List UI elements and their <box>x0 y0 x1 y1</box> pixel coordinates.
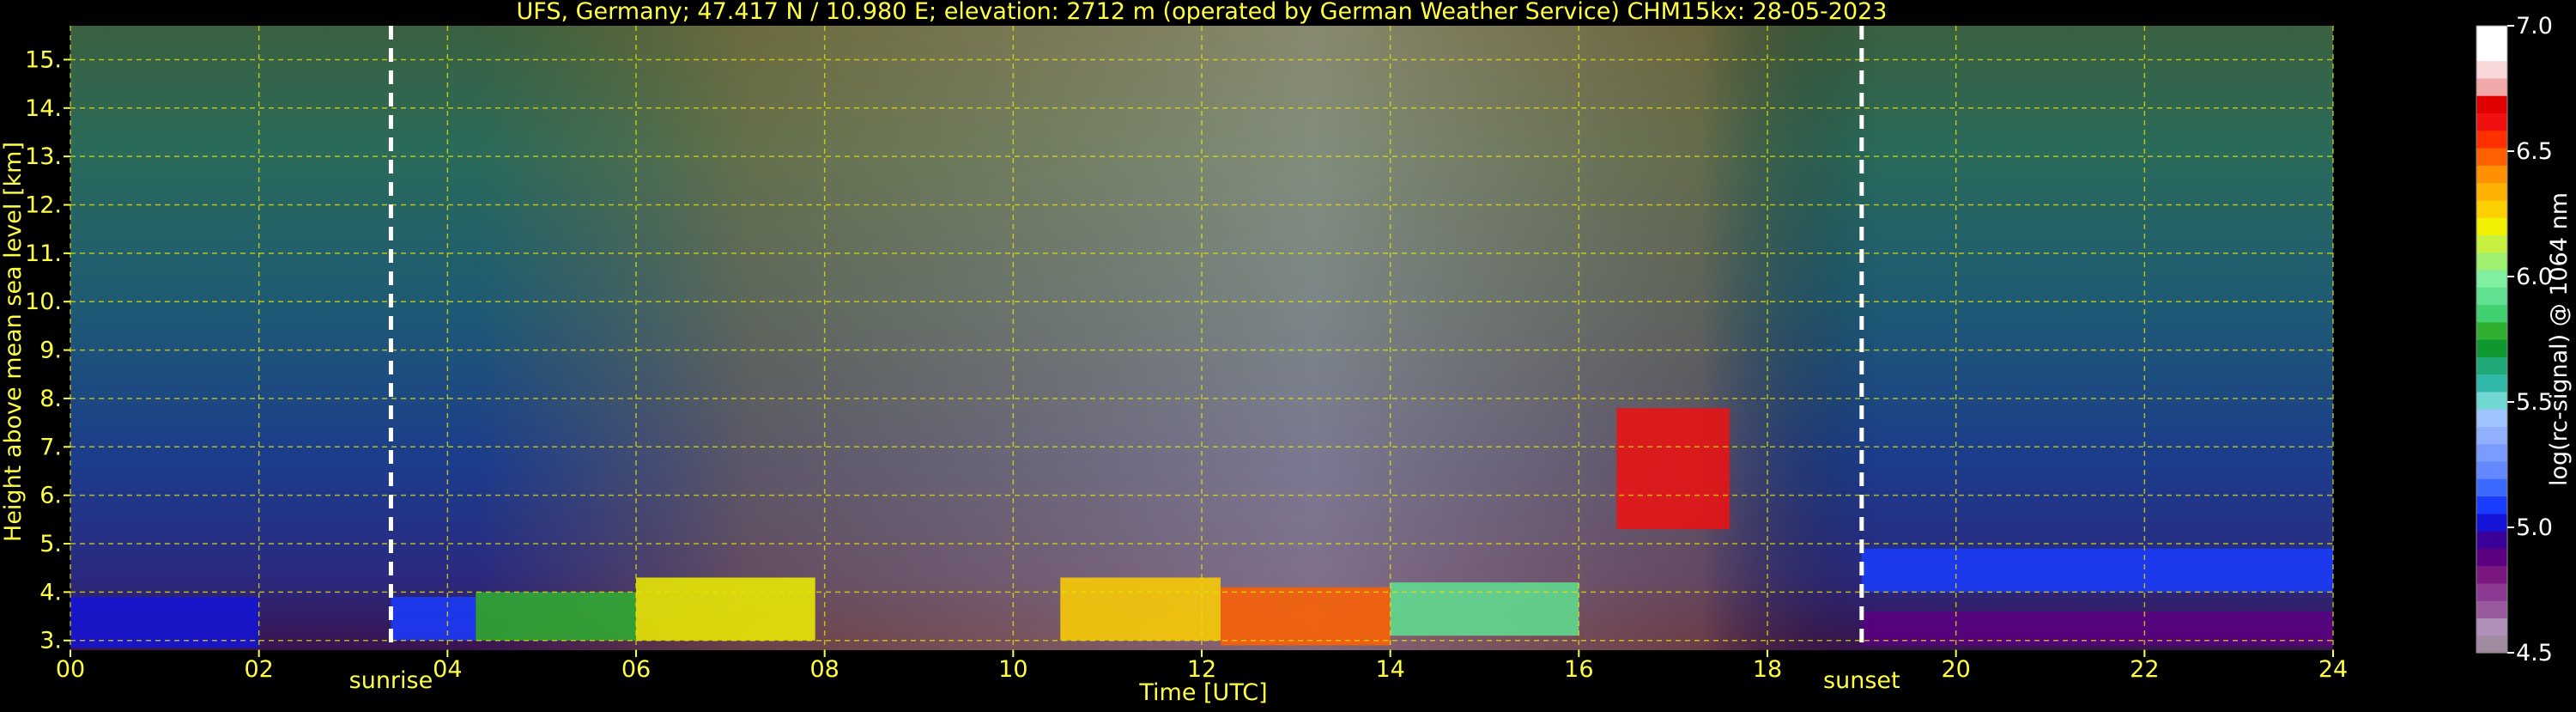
colorbar-segment <box>2476 600 2507 619</box>
colorbar-segment <box>2476 182 2507 201</box>
colorbar-segment <box>2476 548 2507 567</box>
colorbar-segment <box>2476 391 2507 410</box>
colorbar-segment <box>2476 478 2507 497</box>
y-tick-label: 8. <box>39 386 62 412</box>
colorbar-segment <box>2476 374 2507 393</box>
aerosol-layer <box>1616 408 1730 530</box>
colorbar-segment <box>2476 217 2507 235</box>
colorbar-segment <box>2476 531 2507 549</box>
colorbar-segment <box>2476 409 2507 427</box>
colorbar-segment <box>2476 304 2507 323</box>
y-tick-label: 6. <box>39 483 62 509</box>
aerosol-layer <box>1060 577 1221 641</box>
colorbar-segment <box>2476 113 2507 131</box>
colorbar-label: log(rc-signal) @ 1064 nm <box>2546 192 2573 486</box>
colorbar-segment <box>2476 269 2507 288</box>
y-tick-label: 14. <box>25 95 62 122</box>
colorbar-segment <box>2476 287 2507 306</box>
y-tick-label: 13. <box>25 143 62 170</box>
y-tick-label: 3. <box>39 628 62 654</box>
aerosol-layer <box>70 597 259 648</box>
colorbar-segment <box>2476 43 2507 62</box>
x-tick-label: 22 <box>2130 656 2159 683</box>
y-tick-label: 11. <box>25 240 62 267</box>
colorbar-segment <box>2476 26 2507 44</box>
x-tick-label: 14 <box>1375 656 1404 683</box>
x-tick-label: 18 <box>1753 656 1782 683</box>
colorbar-segment <box>2476 147 2507 166</box>
colorbar-segment <box>2476 165 2507 184</box>
x-axis-label: Time [UTC] <box>1138 679 1267 706</box>
colorbar-tick-label: 7.0 <box>2516 13 2553 40</box>
aerosol-layer <box>391 597 476 641</box>
x-tick-label: 06 <box>621 656 651 683</box>
y-axis-ticks: 3. 4. 5. 6. 7. 8. 9. 10. 11. 12. 13. 14. 15. <box>25 46 70 654</box>
colorbar-segment <box>2476 460 2507 479</box>
y-tick-label: 5. <box>39 531 62 557</box>
colorbar-segment <box>2476 77 2507 96</box>
colorbar-tick-label: 5.0 <box>2516 514 2553 541</box>
y-tick-label: 7. <box>39 434 62 460</box>
colorbar-segment <box>2476 199 2507 218</box>
x-tick-label: 20 <box>1941 656 1970 683</box>
chart-title: UFS, Germany; 47.417 N / 10.980 E; eleva… <box>517 0 1888 25</box>
colorbar-segment <box>2476 252 2507 271</box>
aerosol-layer <box>476 592 636 641</box>
colorbar-segment <box>2476 635 2507 654</box>
colorbar-segment <box>2476 513 2507 532</box>
colorbar-tick-label: 6.5 <box>2516 138 2553 165</box>
colorbar-segment <box>2476 496 2507 514</box>
aerosol-layer <box>1220 587 1391 646</box>
colorbar-segment <box>2476 565 2507 584</box>
y-axis-label: Height above mean sea level [km] <box>0 142 27 542</box>
colorbar-segment <box>2476 582 2507 601</box>
sun-marker-label: sunrise <box>349 667 433 694</box>
colorbar-segment <box>2476 426 2507 445</box>
colorbar-segment <box>2476 618 2507 636</box>
x-tick-label: 16 <box>1564 656 1593 683</box>
y-tick-label: 12. <box>25 192 62 219</box>
ceilometer-figure: UFS, Germany; 47.417 N / 10.980 E; eleva… <box>0 0 2576 708</box>
chart-svg: UFS, Germany; 47.417 N / 10.980 E; eleva… <box>0 0 2573 706</box>
y-tick-label: 15. <box>25 46 62 73</box>
x-tick-label: 08 <box>809 656 839 683</box>
x-tick-label: 04 <box>433 656 462 683</box>
colorbar-segment <box>2476 321 2507 340</box>
colorbar-segment <box>2476 443 2507 462</box>
aerosol-layer <box>1861 548 2333 593</box>
colorbar-tick-label: 4.5 <box>2516 640 2553 666</box>
x-tick-label: 24 <box>2318 656 2348 683</box>
colorbar-segment <box>2476 130 2507 149</box>
colorbar-segment <box>2476 339 2507 357</box>
colorbar-segment <box>2476 234 2507 253</box>
aerosol-layer <box>1390 582 1579 636</box>
colorbar-segment <box>2476 356 2507 375</box>
colorbar: 4.55.05.56.06.57.0 <box>2476 13 2553 666</box>
colorbar-segment <box>2476 95 2507 113</box>
sun-marker-label: sunset <box>1823 667 1900 694</box>
y-tick-label: 4. <box>39 579 62 606</box>
x-tick-label: 02 <box>244 656 273 683</box>
x-tick-label: 00 <box>56 656 85 683</box>
x-tick-label: 10 <box>998 656 1027 683</box>
aerosol-layer <box>636 577 815 641</box>
y-tick-label: 9. <box>39 338 62 364</box>
colorbar-segment <box>2476 60 2507 79</box>
y-tick-label: 10. <box>25 289 62 315</box>
